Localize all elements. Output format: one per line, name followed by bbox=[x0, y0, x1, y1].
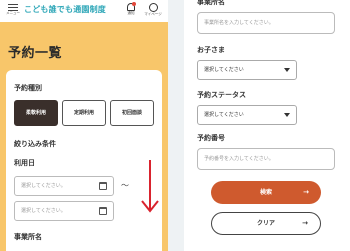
hamburger-icon bbox=[8, 4, 18, 11]
search-button-label: 検索 bbox=[259, 189, 272, 196]
notification-label: 通知 bbox=[127, 11, 135, 15]
page-title: 予約一覧 bbox=[8, 46, 63, 61]
date-from-placeholder: 選択してください。 bbox=[21, 183, 66, 189]
notification-dot bbox=[132, 2, 136, 6]
child-select[interactable]: 選択してください bbox=[197, 60, 297, 80]
scroll-down-arrow-icon bbox=[141, 160, 159, 213]
arrow-right-icon: → bbox=[302, 219, 308, 227]
facility-input[interactable]: 事業所名を入力してください。 bbox=[197, 12, 335, 34]
mypage-button[interactable]: マイページ bbox=[144, 3, 162, 17]
type-interview-button[interactable]: 初回面談 bbox=[110, 100, 154, 126]
app-logo[interactable]: こども誰でも通園制度 bbox=[24, 4, 106, 15]
facility-placeholder: 事業所名を入力してください。 bbox=[204, 20, 274, 26]
type-regular-button[interactable]: 定期利用 bbox=[62, 100, 106, 126]
status-select[interactable]: 選択してください bbox=[197, 105, 297, 125]
arrow-right-icon: → bbox=[303, 188, 309, 196]
child-select-value: 選択してください bbox=[204, 67, 244, 73]
bell-icon bbox=[127, 2, 136, 11]
date-to-input[interactable]: 選択してください。 bbox=[14, 201, 114, 221]
reservation-type-label: 予約種別 bbox=[14, 84, 42, 92]
menu-button[interactable]: メニュー bbox=[6, 4, 20, 16]
type-flexible-button[interactable]: 柔軟利用 bbox=[14, 100, 58, 126]
chevron-down-icon bbox=[284, 113, 290, 117]
reservation-number-placeholder: 予約番号を入力してください。 bbox=[204, 156, 274, 162]
range-separator: 〜 bbox=[121, 181, 129, 190]
clear-button-label: クリア bbox=[256, 220, 275, 227]
user-icon bbox=[148, 3, 158, 12]
menu-label: メニュー bbox=[6, 11, 20, 15]
child-label: お子さま bbox=[197, 46, 225, 54]
app-header: メニュー こども誰でも通園制度 通知 マイページ bbox=[0, 0, 168, 22]
date-label: 利用日 bbox=[14, 159, 35, 167]
notification-button[interactable]: 通知 bbox=[124, 2, 138, 16]
chevron-down-icon bbox=[284, 68, 290, 72]
reservation-number-label: 予約番号 bbox=[197, 134, 225, 142]
status-select-value: 選択してください bbox=[204, 112, 244, 118]
clear-button[interactable]: クリア → bbox=[211, 212, 321, 235]
left-screen: メニュー こども誰でも通園制度 通知 マイページ 予約一覧 予約種別 柔軟利用 … bbox=[0, 0, 168, 251]
date-from-input[interactable]: 選択してください。 bbox=[14, 176, 114, 196]
reservation-number-input[interactable]: 予約番号を入力してください。 bbox=[197, 148, 335, 170]
mypage-label: マイページ bbox=[144, 12, 162, 16]
date-to-placeholder: 選択してください。 bbox=[21, 208, 66, 214]
calendar-icon[interactable] bbox=[99, 182, 107, 190]
calendar-icon[interactable] bbox=[99, 207, 107, 215]
status-label: 予約ステータス bbox=[197, 91, 246, 99]
search-button[interactable]: 検索 → bbox=[211, 181, 321, 204]
facility-label-continued: 事業所名 bbox=[197, 0, 225, 6]
filter-conditions-label: 絞り込み条件 bbox=[14, 140, 56, 148]
facility-label: 事業所名 bbox=[14, 233, 42, 241]
